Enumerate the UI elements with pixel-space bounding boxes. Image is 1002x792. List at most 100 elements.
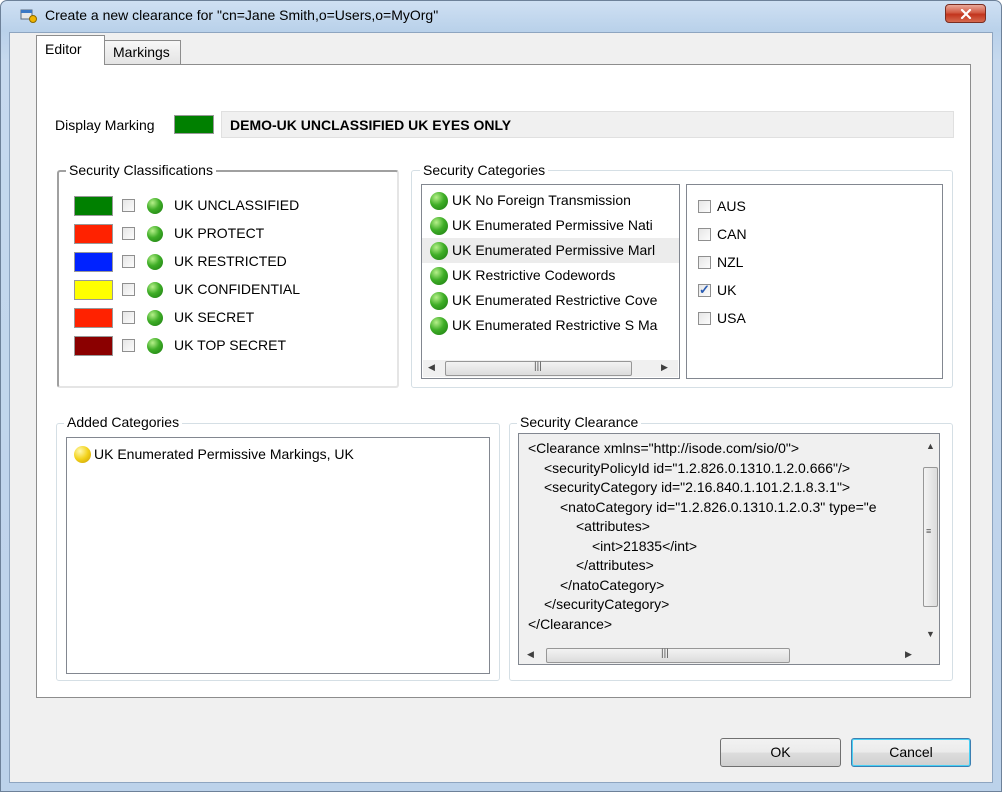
green-status-icon: [147, 282, 163, 298]
scroll-down-arrow-icon[interactable]: ▼: [926, 629, 935, 639]
scroll-thumb[interactable]: |||: [445, 361, 632, 376]
xml-line: <attributes>: [576, 518, 650, 534]
xml-line: <natoCategory id="1.2.826.0.1310.1.2.0.3…: [560, 498, 877, 515]
security-categories-title: Security Categories: [420, 162, 549, 178]
close-icon: [960, 8, 971, 20]
window-title: Create a new clearance for "cn=Jane Smit…: [45, 7, 439, 23]
xml-vertical-scroll-thumb[interactable]: ≡: [923, 467, 938, 607]
classification-label[interactable]: UK SECRET: [174, 309, 254, 325]
green-status-icon: [430, 292, 448, 310]
category-value-checkbox[interactable]: [698, 200, 711, 213]
category-list-item[interactable]: UK Enumerated Restrictive Cove: [422, 288, 679, 313]
category-value-checkbox[interactable]: [698, 256, 711, 269]
categories-listbox[interactable]: UK No Foreign Transmission UK Enumerated …: [421, 184, 680, 379]
category-label: UK Enumerated Permissive Marl: [452, 242, 656, 258]
green-status-icon: [430, 192, 448, 210]
classification-label[interactable]: UK CONFIDENTIAL: [174, 281, 300, 297]
classification-checkbox[interactable]: [122, 227, 135, 240]
category-value-label[interactable]: CAN: [717, 226, 747, 242]
category-list-item[interactable]: UK Enumerated Permissive Marl: [422, 238, 679, 263]
category-label: UK No Foreign Transmission: [452, 192, 631, 208]
xml-line: </attributes>: [576, 557, 654, 573]
category-value-label[interactable]: NZL: [717, 254, 743, 270]
categories-horizontal-scrollbar[interactable]: ◀ ||| ▶: [423, 360, 678, 377]
yellow-status-icon: [74, 446, 91, 463]
classification-checkbox[interactable]: [122, 339, 135, 352]
xml-line: <securityPolicyId id="1.2.826.0.1310.1.2…: [544, 459, 851, 476]
green-status-icon: [147, 254, 163, 270]
green-status-icon: [430, 267, 448, 285]
green-status-icon: [147, 198, 163, 214]
xml-line: <securityCategory id="2.16.840.1.101.2.1…: [544, 479, 851, 495]
grip-icon: ≡: [926, 526, 932, 536]
classification-label[interactable]: UK RESTRICTED: [174, 253, 287, 269]
security-clearance-title: Security Clearance: [517, 414, 642, 430]
scroll-up-arrow-icon[interactable]: ▲: [926, 441, 935, 451]
classification-color-swatch: [74, 252, 113, 272]
category-value-label[interactable]: UK: [717, 282, 736, 298]
added-categories-listbox[interactable]: UK Enumerated Permissive Markings, UK: [66, 437, 490, 674]
category-label: UK Enumerated Restrictive Cove: [452, 292, 658, 308]
category-value-label[interactable]: AUS: [717, 198, 746, 214]
cancel-button[interactable]: Cancel: [851, 738, 971, 767]
added-categories-title: Added Categories: [64, 414, 183, 430]
category-list-item[interactable]: UK Restrictive Codewords: [422, 263, 679, 288]
green-status-icon: [147, 226, 163, 242]
tab-markings[interactable]: Markings: [104, 40, 181, 65]
category-values-listbox[interactable]: AUS CAN NZL UK USA: [686, 184, 943, 379]
green-status-icon: [430, 217, 448, 235]
scroll-left-arrow-icon[interactable]: ◀: [428, 362, 435, 373]
grip-icon: |||: [534, 361, 542, 372]
category-value-checkbox[interactable]: [698, 312, 711, 325]
green-status-icon: [430, 242, 448, 260]
xml-line: </natoCategory>: [560, 576, 665, 593]
classification-label[interactable]: UK PROTECT: [174, 225, 264, 241]
xml-line: </Clearance>: [528, 615, 613, 632]
tab-editor[interactable]: Editor: [36, 35, 105, 65]
classification-checkbox[interactable]: [122, 311, 135, 324]
clearance-xml-textbox[interactable]: <Clearance xmlns="http://isode.com/sio/0…: [518, 433, 940, 665]
xml-line: <int>21835</int>: [592, 537, 698, 554]
category-list-item[interactable]: UK Enumerated Restrictive S Ma: [422, 313, 679, 338]
display-marking-field: DEMO-UK UNCLASSIFIED UK EYES ONLY: [221, 111, 954, 138]
app-icon: [20, 9, 37, 23]
xml-horizontal-scroll-thumb[interactable]: |||: [546, 648, 790, 663]
xml-line: <Clearance xmlns="http://isode.com/sio/0…: [528, 440, 800, 456]
classification-label[interactable]: UK UNCLASSIFIED: [174, 197, 299, 213]
classification-checkbox[interactable]: [122, 283, 135, 296]
scroll-right-arrow-icon[interactable]: ▶: [661, 362, 668, 373]
xml-vertical-scrollbar[interactable]: ▲ ≡ ▼: [922, 435, 939, 647]
green-status-icon: [430, 317, 448, 335]
category-label: UK Enumerated Restrictive S Ma: [452, 317, 658, 333]
classification-color-swatch: [74, 280, 113, 300]
classification-checkbox[interactable]: [122, 199, 135, 212]
green-status-icon: [147, 310, 163, 326]
classification-color-swatch: [74, 336, 113, 356]
security-classifications-title: Security Classifications: [66, 162, 216, 178]
category-value-label[interactable]: USA: [717, 310, 746, 326]
classification-color-swatch: [74, 196, 113, 216]
xml-line: </securityCategory>: [544, 596, 670, 612]
classification-checkbox[interactable]: [122, 255, 135, 268]
grip-icon: |||: [661, 648, 669, 659]
title-bar: Create a new clearance for "cn=Jane Smit…: [1, 1, 1001, 31]
classification-color-swatch: [74, 224, 113, 244]
category-list-item[interactable]: UK No Foreign Transmission: [422, 188, 679, 213]
added-category-label: UK Enumerated Permissive Markings, UK: [94, 446, 354, 462]
category-value-checkbox[interactable]: [698, 228, 711, 241]
display-marking-color-swatch: [174, 115, 214, 134]
close-button[interactable]: [945, 4, 986, 23]
added-category-item[interactable]: UK Enumerated Permissive Markings, UK: [67, 443, 487, 468]
green-status-icon: [147, 338, 163, 354]
category-label: UK Restrictive Codewords: [452, 267, 616, 283]
category-list-item[interactable]: UK Enumerated Permissive Nati: [422, 213, 679, 238]
ok-button[interactable]: OK: [720, 738, 841, 767]
scroll-right-arrow-icon[interactable]: ▶: [905, 649, 912, 660]
xml-horizontal-scrollbar[interactable]: ◀ ||| ▶: [520, 647, 922, 664]
display-marking-label: Display Marking: [55, 117, 155, 133]
scroll-left-arrow-icon[interactable]: ◀: [527, 649, 534, 660]
classification-color-swatch: [74, 308, 113, 328]
category-label: UK Enumerated Permissive Nati: [452, 217, 653, 233]
category-value-checkbox[interactable]: [698, 282, 711, 298]
classification-label[interactable]: UK TOP SECRET: [174, 337, 286, 353]
